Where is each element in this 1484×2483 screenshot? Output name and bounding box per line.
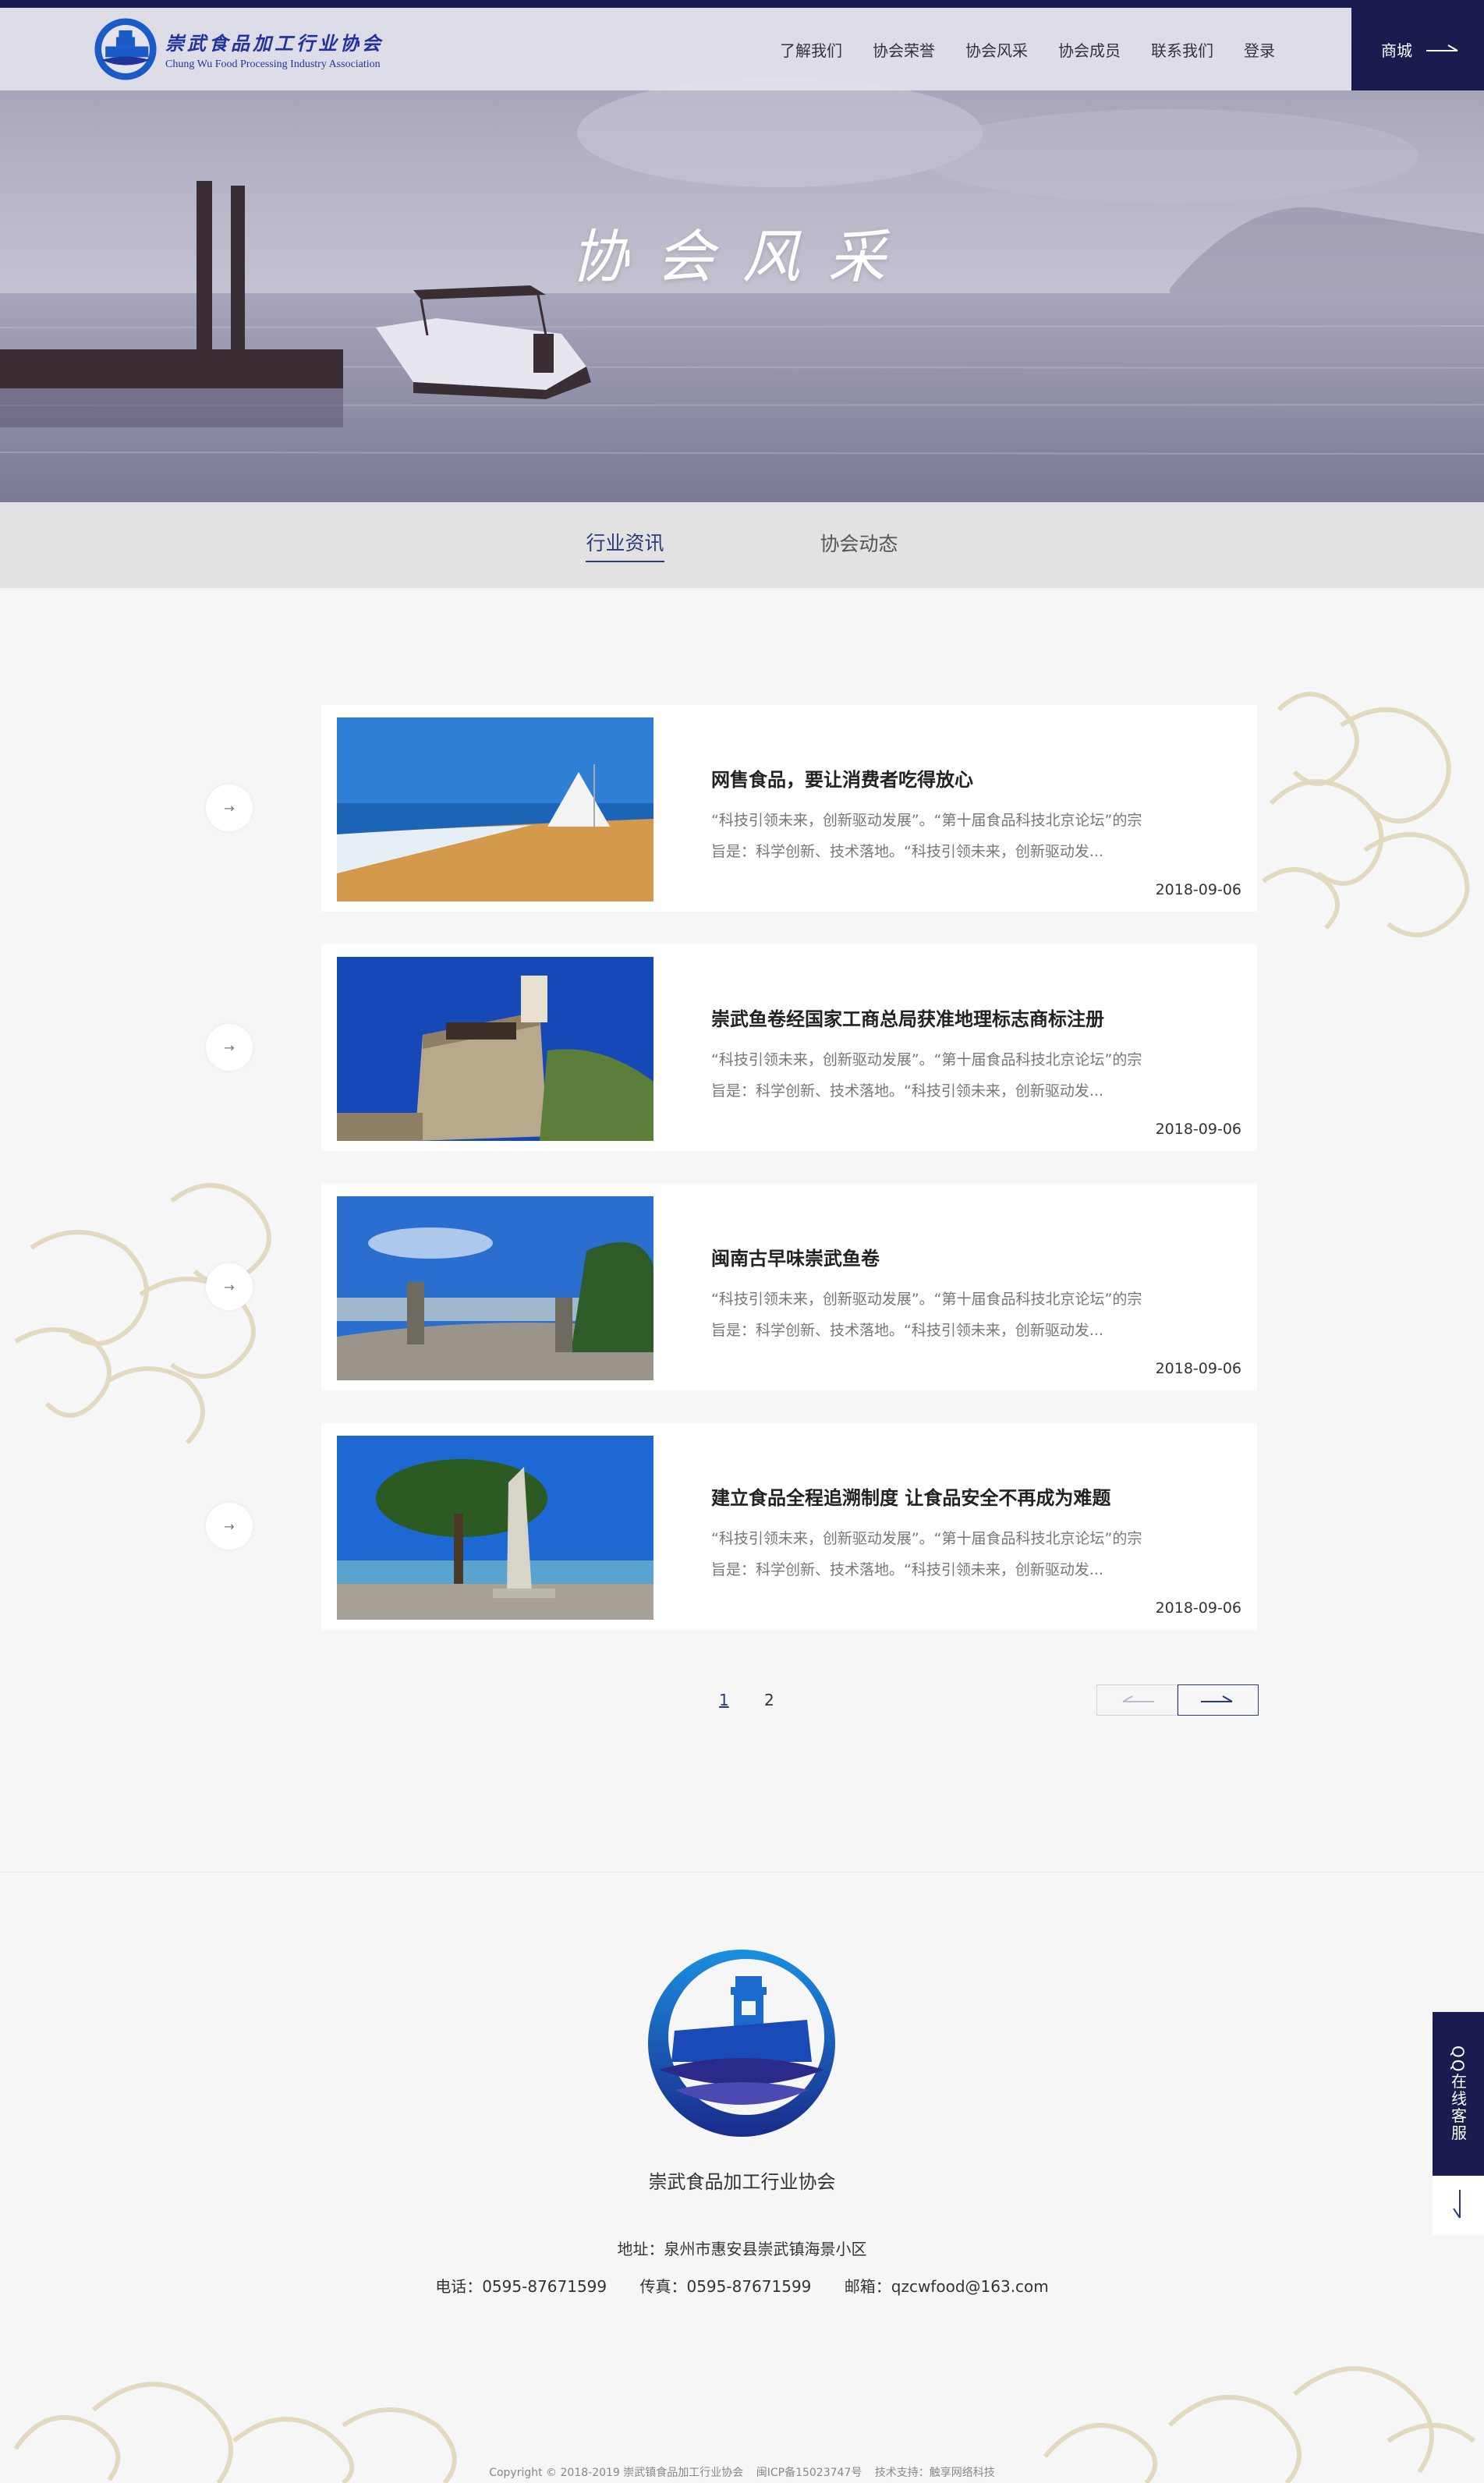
prev-page-button[interactable]: [1096, 1684, 1178, 1716]
news-item-1-title[interactable]: 网售食品，要让消费者吃得放心: [711, 764, 973, 792]
beach-photo: [337, 717, 653, 901]
news-item-3-date: 2018-09-06: [1155, 1360, 1241, 1377]
scroll-down-button[interactable]: [1433, 2176, 1484, 2235]
footer-logo-icon: [648, 1950, 835, 2137]
cloud-decoration-bottom-left: [13, 2382, 457, 2483]
tab-association-news[interactable]: 协会动态: [820, 529, 898, 561]
shop-label: 商城: [1381, 41, 1412, 60]
news-item-3-summary: “科技引领未来，创新驱动发展”。“第十届食品科技北京论坛”的宗 旨是：科学创新、…: [711, 1291, 1142, 1339]
nav-honors[interactable]: 协会荣誉: [873, 38, 935, 61]
footer-phone: 电话：0595-87671599: [435, 2277, 607, 2296]
fortress-photo: [337, 957, 653, 1141]
news-item-1-arrow-button[interactable]: →: [206, 785, 253, 831]
footer-contact: 电话：0595-87671599 传真：0595-87671599 邮箱：qzc…: [0, 2274, 1484, 2297]
arrow-right-icon: →: [224, 1279, 235, 1295]
news-item-4-thumbnail: [337, 1436, 653, 1620]
news-item-2-thumbnail: [337, 957, 653, 1141]
copyright-text: Copyright © 2018-2019 崇武镇食品加工行业协会: [489, 2467, 744, 2479]
category-tabs: 行业资讯 协会动态: [0, 502, 1484, 588]
hero-title: 协会风采: [570, 224, 914, 291]
nav-login[interactable]: 登录: [1244, 38, 1275, 61]
page-2-link[interactable]: 2: [764, 1691, 774, 1709]
footer-address: 地址：泉州市惠安县崇武镇海景小区: [617, 2240, 867, 2258]
news-item-1-date: 2018-09-06: [1155, 881, 1241, 898]
nav-members[interactable]: 协会成员: [1058, 38, 1121, 61]
news-item-4-arrow-button[interactable]: →: [206, 1503, 253, 1550]
footer-email[interactable]: 邮箱：qzcwfood@163.com: [845, 2277, 1049, 2296]
site-header: 崇武食品加工行业协会 Chung Wu Food Processing Indu…: [0, 8, 1484, 90]
news-item-3-title[interactable]: 闽南古早味崇武鱼卷: [711, 1243, 880, 1270]
pagination: 1 2: [0, 1684, 1484, 1722]
news-item-4-title[interactable]: 建立食品全程追溯制度 让食品安全不再成为难题: [711, 1482, 1110, 1510]
news-item-3-arrow-button[interactable]: →: [206, 1263, 253, 1310]
qq-online-service-button[interactable]: QQ在线客服: [1433, 2012, 1484, 2176]
news-item-3[interactable]: 闽南古早味崇武鱼卷 “科技引领未来，创新驱动发展”。“第十届食品科技北京论坛”的…: [321, 1184, 1257, 1390]
qq-service-label: QQ在线客服: [1448, 2046, 1468, 2142]
news-item-2-arrow-button[interactable]: →: [206, 1024, 253, 1071]
logo-chinese-name: 崇武食品加工行业协会: [165, 31, 384, 55]
arrow-right-icon: →: [224, 1518, 235, 1534]
news-item-4-summary: “科技引领未来，创新驱动发展”。“第十届食品科技北京论坛”的宗 旨是：科学创新、…: [711, 1530, 1142, 1578]
tech-support-text: 技术支持：触享网络科技: [874, 2467, 995, 2479]
nav-gallery[interactable]: 协会风采: [965, 38, 1028, 61]
copyright-bar: Copyright © 2018-2019 崇武镇食品加工行业协会 闽ICP备1…: [0, 2464, 1484, 2480]
arrow-right-icon: →: [224, 800, 235, 816]
news-item-2-date: 2018-09-06: [1155, 1121, 1241, 1138]
icp-link[interactable]: 闽ICP备15023747号: [756, 2467, 862, 2479]
page-1-link[interactable]: 1: [719, 1691, 729, 1709]
next-page-button[interactable]: [1178, 1684, 1259, 1716]
news-item-2-summary: “科技引领未来，创新驱动发展”。“第十届食品科技北京论坛”的宗 旨是：科学创新、…: [711, 1051, 1142, 1100]
news-item-3-thumbnail: [337, 1196, 653, 1380]
nav-about[interactable]: 了解我们: [780, 38, 842, 61]
arrow-down-icon: [1453, 2190, 1461, 2219]
nav-contact[interactable]: 联系我们: [1151, 38, 1213, 61]
shop-button[interactable]: 商城: [1351, 8, 1484, 90]
news-item-4[interactable]: 建立食品全程追溯制度 让食品安全不再成为难题 “科技引领未来，创新驱动发展”。“…: [321, 1423, 1257, 1630]
site-logo[interactable]: 崇武食品加工行业协会 Chung Wu Food Processing Indu…: [92, 16, 384, 83]
news-item-4-date: 2018-09-06: [1155, 1599, 1241, 1617]
news-item-1-thumbnail: [337, 717, 653, 901]
cloud-decoration-bottom-right: [1043, 2366, 1475, 2483]
association-logo-icon: [94, 18, 157, 80]
statues-coast-photo: [337, 1196, 653, 1380]
news-item-2-title[interactable]: 崇武鱼卷经国家工商总局获准地理标志商标注册: [711, 1004, 1104, 1031]
footer-fax: 传真：0595-87671599: [639, 2277, 812, 2296]
footer-association-name: 崇武食品加工行业协会: [648, 2171, 836, 2193]
arrow-right-icon: [1426, 44, 1458, 51]
arrow-right-icon: [1201, 1695, 1233, 1702]
arrow-left-icon: [1122, 1695, 1154, 1702]
tab-industry-news[interactable]: 行业资讯: [586, 528, 664, 562]
wave-decoration-left: [14, 1183, 271, 1445]
wave-decoration-right: [1262, 692, 1470, 937]
news-item-1[interactable]: 网售食品，要让消费者吃得放心 “科技引领未来，创新驱动发展”。“第十届食品科技北…: [321, 705, 1257, 912]
top-accent-bar: [0, 0, 1484, 8]
arrow-right-icon: →: [224, 1040, 235, 1055]
logo-english-name: Chung Wu Food Processing Industry Associ…: [165, 58, 381, 70]
news-item-2[interactable]: 崇武鱼卷经国家工商总局获准地理标志商标注册 “科技引领未来，创新驱动发展”。“第…: [321, 944, 1257, 1151]
main-nav: 了解我们 协会荣誉 协会风采 协会成员 联系我们 登录: [780, 8, 1305, 90]
news-item-1-summary: “科技引领未来，创新驱动发展”。“第十届食品科技北京论坛”的宗 旨是：科学创新、…: [711, 812, 1142, 860]
monument-tree-photo: [337, 1436, 653, 1620]
